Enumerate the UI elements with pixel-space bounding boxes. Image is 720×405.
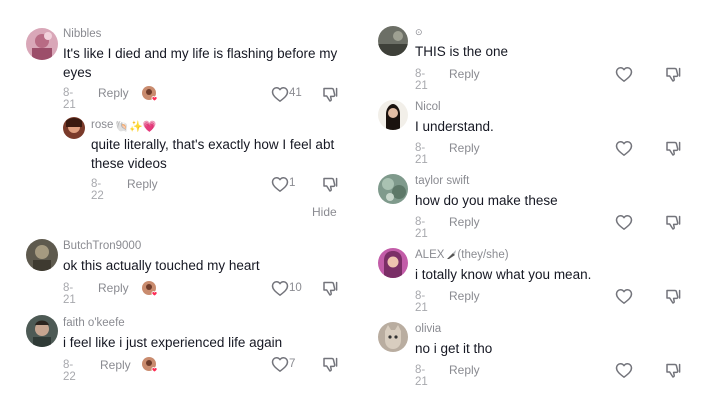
like-heart-icon[interactable] — [615, 288, 633, 305]
reply-button[interactable]: Reply — [449, 215, 480, 229]
like-count: 1 — [289, 177, 296, 189]
avatar[interactable] — [26, 315, 58, 347]
comment-date: 8-21 — [63, 87, 76, 111]
reply-button[interactable]: Reply — [449, 67, 480, 81]
comment-date: 8-22 — [91, 178, 104, 202]
creator-liked-heart-icon — [141, 85, 159, 103]
comment-text: i feel like i just experienced life agai… — [63, 335, 283, 350]
comment-text: I understand. — [415, 119, 494, 134]
like-heart-icon[interactable] — [271, 356, 289, 373]
hide-replies-button[interactable]: Hide — [312, 205, 337, 219]
comment-date: 8-21 — [415, 68, 428, 92]
thumbs-down-icon[interactable] — [665, 66, 682, 83]
comment-text: how do you make these — [415, 193, 558, 208]
comment-text: i totally know what you mean. — [415, 267, 592, 282]
avatar[interactable] — [26, 239, 58, 271]
like-heart-icon[interactable] — [615, 66, 633, 83]
reply-button[interactable]: Reply — [127, 177, 158, 191]
comment-username[interactable]: olivia — [415, 323, 441, 335]
avatar[interactable] — [378, 174, 408, 204]
avatar[interactable] — [26, 28, 58, 60]
knife-icon — [446, 249, 457, 263]
comment-username[interactable]: rose 🐚✨💗 — [91, 119, 156, 133]
avatar[interactable] — [378, 26, 408, 56]
thumbs-down-icon[interactable] — [322, 86, 339, 103]
comment-username[interactable]: Nicol — [415, 101, 441, 113]
creator-liked-heart-icon — [141, 280, 159, 298]
like-count: 10 — [289, 282, 302, 294]
comment-username[interactable]: ALEX (they/she) — [415, 249, 509, 263]
comment-username[interactable]: faith o'keefe — [63, 317, 125, 329]
comment-text: THIS is the one — [415, 44, 509, 59]
like-heart-icon[interactable] — [271, 280, 289, 297]
avatar[interactable] — [378, 322, 408, 352]
like-heart-icon[interactable] — [615, 140, 633, 157]
like-count: 41 — [289, 87, 302, 99]
comment-username[interactable]: ButchTron9000 — [63, 240, 141, 252]
thumbs-down-icon[interactable] — [665, 140, 682, 157]
comment-username[interactable]: Nibbles — [63, 28, 101, 40]
comment-text: ok this actually touched my heart — [63, 258, 260, 273]
comment-username[interactable]: taylor swift — [415, 175, 469, 187]
thumbs-down-icon[interactable] — [665, 288, 682, 305]
reply-button[interactable]: Reply — [449, 363, 480, 377]
creator-liked-heart-icon — [141, 356, 159, 374]
comment-text: It's like I died and my life is flashing… — [63, 46, 338, 80]
comment-date: 8-21 — [415, 142, 428, 166]
comment-date: 8-21 — [415, 290, 428, 314]
like-heart-icon[interactable] — [271, 86, 289, 103]
like-heart-icon[interactable] — [615, 214, 633, 231]
avatar[interactable] — [63, 117, 85, 139]
comment-username[interactable]: ⊙ — [415, 27, 423, 38]
reply-button[interactable]: Reply — [449, 289, 480, 303]
like-heart-icon[interactable] — [271, 176, 289, 193]
comment-date: 8-21 — [63, 282, 76, 306]
comments-column-left: Nibbles It's like I died and my life is … — [0, 0, 362, 405]
comment-text: quite literally, that's exactly how I fe… — [91, 137, 335, 171]
thumbs-down-icon[interactable] — [322, 356, 339, 373]
like-count: 7 — [289, 358, 296, 370]
comment-text: no i get it tho — [415, 341, 493, 356]
thumbs-down-icon[interactable] — [665, 362, 682, 379]
like-heart-icon[interactable] — [615, 362, 633, 379]
comments-column-right: ⊙ THIS is the one 8-21 Reply Nicol I und… — [362, 0, 720, 405]
avatar[interactable] — [378, 248, 408, 278]
reply-button[interactable]: Reply — [98, 281, 129, 295]
reply-button[interactable]: Reply — [449, 141, 480, 155]
thumbs-down-icon[interactable] — [322, 280, 339, 297]
username-emojis: 🐚✨💗 — [115, 121, 157, 133]
comment-date: 8-21 — [415, 216, 428, 240]
reply-button[interactable]: Reply — [100, 358, 131, 372]
thumbs-down-icon[interactable] — [322, 176, 339, 193]
thumbs-down-icon[interactable] — [665, 214, 682, 231]
reply-button[interactable]: Reply — [98, 86, 129, 100]
avatar[interactable] — [378, 100, 408, 130]
comment-date: 8-21 — [415, 364, 428, 388]
comment-date: 8-22 — [63, 359, 76, 383]
